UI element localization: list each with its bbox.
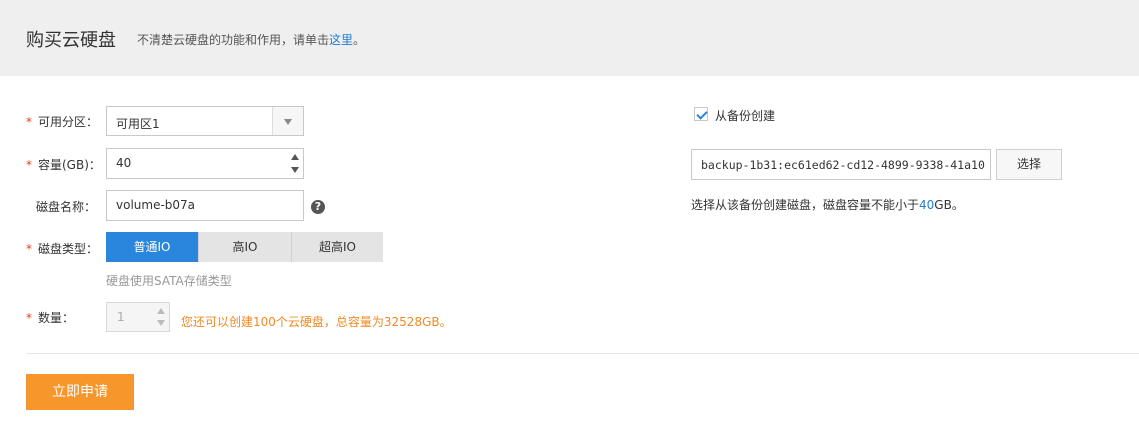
capacity-label-text: 容量(GB)： <box>38 158 101 172</box>
quantity-label-text: 数量： <box>38 311 75 325</box>
zone-label-text: 可用分区： <box>38 115 99 129</box>
choose-backup-button[interactable]: 选择 <box>996 149 1062 180</box>
quantity-note: 您还可以创建100个云硬盘，总容量为32528GB。 <box>181 315 452 329</box>
subtitle-end: 。 <box>353 33 366 47</box>
backup-value: backup-1b31:ec61ed62-cd12-4899-9338-41a1… <box>701 158 985 172</box>
help-link[interactable]: 这里 <box>329 33 353 47</box>
capacity-spinner[interactable] <box>287 149 303 178</box>
capacity-label: * 容量(GB)： <box>26 156 101 173</box>
increment-icon[interactable] <box>291 154 299 160</box>
decrement-icon[interactable] <box>157 320 165 326</box>
disk-type-label-text: 磁盘类型： <box>38 242 99 256</box>
disk-type-label: * 磁盘类型： <box>26 240 98 257</box>
page-title: 购买云硬盘 <box>26 30 116 51</box>
disk-type-option-high[interactable]: 高IO <box>198 232 291 262</box>
zone-select[interactable]: 可用区1 <box>106 106 304 136</box>
backup-min-capacity: 40 <box>919 198 935 212</box>
from-backup-checkbox[interactable] <box>694 107 708 121</box>
required-mark: * <box>26 158 32 172</box>
page-header: 购买云硬盘 不清楚云硬盘的功能和作用，请单击这里。 <box>0 0 1139 76</box>
quantity-spinner[interactable] <box>153 303 169 331</box>
zone-label: * 可用分区： <box>26 113 98 130</box>
capacity-stepper[interactable]: 40 <box>106 148 304 179</box>
divider <box>26 353 1139 354</box>
disk-name-value: volume-b07a <box>116 198 196 212</box>
capacity-value: 40 <box>116 156 132 170</box>
question-icon[interactable]: ? <box>311 200 325 214</box>
backup-note-text: 选择从该备份创建磁盘，磁盘容量不能小于 <box>691 198 920 212</box>
increment-icon[interactable] <box>157 308 165 314</box>
required-mark: * <box>26 115 32 129</box>
submit-button[interactable]: 立即申请 <box>26 374 134 410</box>
backup-note-unit: GB。 <box>934 198 964 212</box>
quantity-label: * 数量： <box>26 309 74 326</box>
quantity-value: 1 <box>117 310 125 324</box>
required-mark: * <box>26 242 32 256</box>
disk-name-label-text: 磁盘名称： <box>36 200 97 214</box>
chevron-down-icon[interactable] <box>272 107 303 135</box>
from-backup-label[interactable]: 从备份创建 <box>715 107 775 124</box>
page-subtitle: 不清楚云硬盘的功能和作用，请单击这里。 <box>137 31 365 48</box>
disk-type-option-normal[interactable]: 普通IO <box>106 232 198 262</box>
disk-type-option-ultra[interactable]: 超高IO <box>291 232 383 262</box>
disk-name-label: 磁盘名称： <box>26 198 96 215</box>
disk-name-input[interactable]: volume-b07a <box>106 190 304 221</box>
subtitle-text: 不清楚云硬盘的功能和作用，请单击 <box>137 33 330 47</box>
required-mark: * <box>26 311 32 325</box>
backup-input[interactable]: backup-1b31:ec61ed62-cd12-4899-9338-41a1… <box>691 149 991 180</box>
backup-note: 选择从该备份创建磁盘，磁盘容量不能小于40GB。 <box>691 196 964 213</box>
zone-select-value: 可用区1 <box>116 117 160 131</box>
disk-type-hint: 硬盘使用SATA存储类型 <box>106 274 232 288</box>
quantity-stepper[interactable]: 1 <box>106 302 170 332</box>
decrement-icon[interactable] <box>291 167 299 173</box>
